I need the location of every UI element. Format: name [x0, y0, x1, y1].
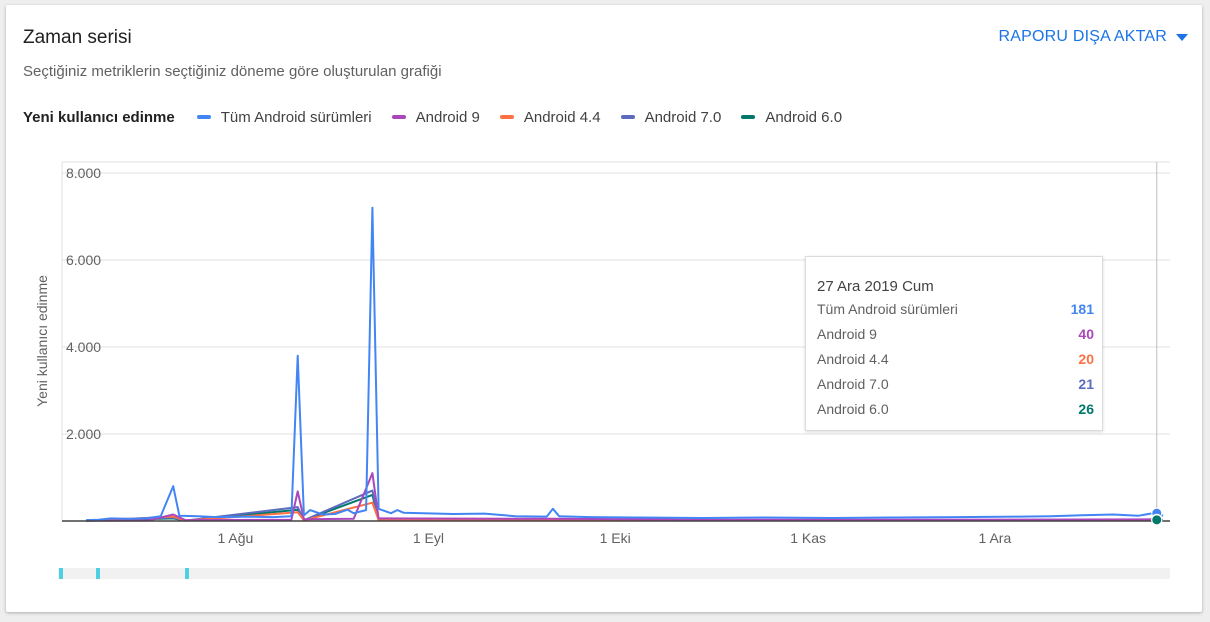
- tooltip-row: Android 7.0 21: [817, 376, 1094, 392]
- tooltip-series-value: 26: [1078, 401, 1094, 417]
- range-slider-marker: [59, 568, 63, 579]
- range-slider-track: [58, 568, 1170, 579]
- tooltip-date: 27 Ara 2019 Cum: [817, 278, 934, 295]
- y-tick-label: 8.000: [66, 165, 101, 181]
- tooltip-row: Android 9 40: [817, 326, 1094, 342]
- x-tick-label: 1 Eyl: [413, 530, 444, 546]
- hover-point: [1151, 514, 1163, 526]
- range-slider-marker: [96, 568, 100, 579]
- x-tick-label: 1 Ağu: [217, 530, 253, 546]
- x-tick-label: 1 Eki: [600, 530, 631, 546]
- x-tick-label: 1 Kas: [790, 530, 826, 546]
- x-tick-label: 1 Ara: [979, 530, 1012, 546]
- tooltip-series-name: Android 7.0: [817, 376, 889, 392]
- tooltip-series-name: Android 4.4: [817, 351, 889, 367]
- tooltip-row: Android 6.0 26: [817, 401, 1094, 417]
- chart-tooltip: 27 Ara 2019 Cum Tüm Android sürümleri 18…: [805, 256, 1103, 431]
- y-tick-label: 4.000: [66, 339, 101, 355]
- tooltip-row: Android 4.4 20: [817, 351, 1094, 367]
- tooltip-series-value: 40: [1078, 326, 1094, 342]
- y-axis-title: Yeni kullanıcı edinme: [34, 275, 50, 407]
- tooltip-row: Tüm Android sürümleri 181: [817, 301, 1094, 317]
- tooltip-series-value: 181: [1070, 301, 1094, 317]
- y-tick-label: 2.000: [66, 426, 101, 442]
- tooltip-series-name: Android 6.0: [817, 401, 889, 417]
- y-tick-label: 6.000: [66, 252, 101, 268]
- range-slider-marker: [185, 568, 189, 579]
- tooltip-series-name: Android 9: [817, 326, 877, 342]
- tooltip-series-value: 21: [1078, 376, 1094, 392]
- tooltip-series-name: Tüm Android sürümleri: [817, 301, 958, 317]
- tooltip-series-value: 20: [1078, 351, 1094, 367]
